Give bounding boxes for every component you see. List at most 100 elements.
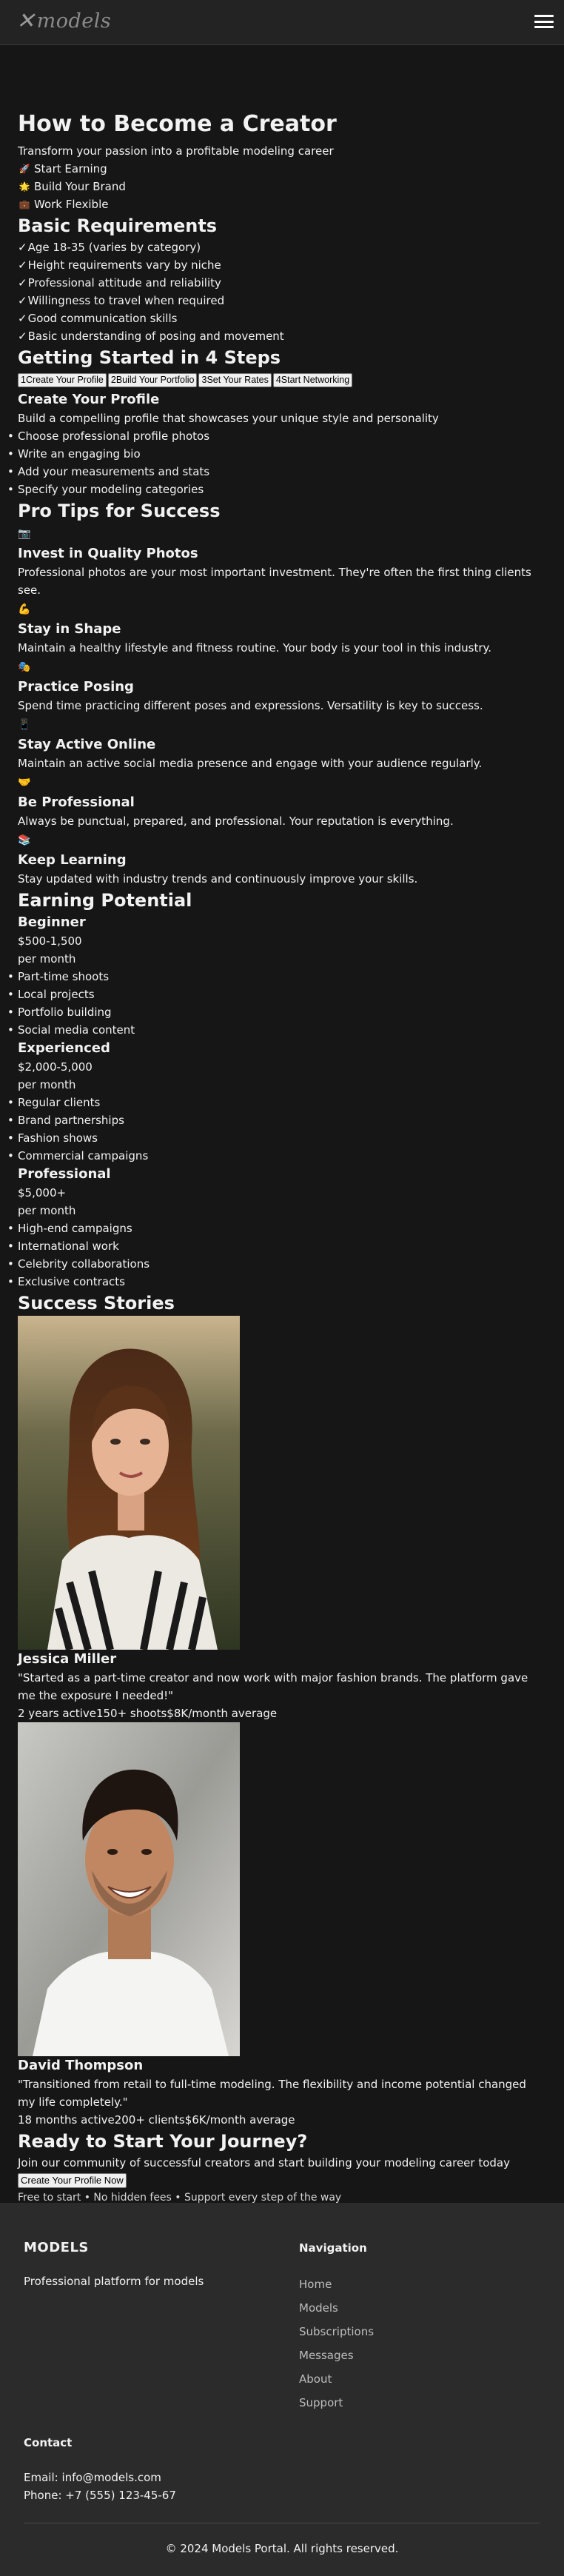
story-name: David Thompson [18,2058,144,2073]
tier-price: $5,000+ [18,1186,67,1200]
earning-tier: Beginner $500-1,500 per month Part-time … [7,913,546,1039]
menu-bar [534,15,554,17]
list-item: Commercial campaigns [7,1147,546,1165]
footer-link-home[interactable]: Home [299,2272,374,2296]
requirement-item: ✓Age 18-35 (varies by category) [18,238,546,256]
list-item: Celebrity collaborations [7,1255,546,1273]
hero-benefits: 🚀 Start Earning 🌟 Build Your Brand 💼 Wor… [18,160,546,213]
books-icon: 📚 [18,834,31,846]
menu-bar [534,20,554,23]
logo-x-mark: ✕ [16,8,36,34]
step-tab-3[interactable]: 3Set Your Rates [198,373,272,387]
story-name: Jessica Miller [18,1651,117,1667]
story-card: David Thompson "Transitioned from retail… [18,1722,546,2129]
footer-nav: Home Models Subscriptions Messages About… [299,2272,374,2415]
site-logo[interactable]: ✕ models [16,8,111,34]
check-icon: ✓ [18,241,27,254]
step-tab-2[interactable]: 2Build Your Portfolio [107,373,198,387]
main-content: How to Become a Creator Transform your p… [0,45,564,2206]
story-card: Jessica Miller "Started as a part-time c… [18,1316,546,1722]
story-stats: 2 years active150+ shoots$8K/month avera… [18,1704,546,1722]
footer-link-about[interactable]: About [299,2367,374,2391]
step-label: Set Your Rates [207,375,269,385]
muscle-icon: 💪 [18,603,31,615]
step-tab-1[interactable]: 1Create Your Profile [18,373,107,387]
tier-period: per month [18,1204,76,1217]
footer-copyright: © 2024 Models Portal. All rights reserve… [165,2542,399,2555]
check-icon: ✓ [18,294,27,307]
footer-description: Professional platform for models [24,2275,204,2288]
requirement-text: Age 18-35 (varies by category) [27,241,201,254]
tier-price: $500-1,500 [18,934,82,948]
theater-masks-icon: 🎭 [18,661,31,673]
requirement-text: Good communication skills [27,312,178,325]
earning-tier: Experienced $2,000-5,000 per month Regul… [7,1039,546,1165]
check-icon: ✓ [18,258,27,272]
story-photo-jessica [18,1316,240,1650]
tier-name: Experienced [18,1040,110,1056]
tip-title: Keep Learning [18,852,127,868]
requirement-text: Professional attitude and reliability [27,276,221,290]
step-label: Build Your Portfolio [115,375,195,385]
requirement-text: Basic understanding of posing and moveme… [27,329,284,343]
footer-link-subscriptions[interactable]: Subscriptions [299,2320,374,2344]
tip-text: Maintain a healthy lifestyle and fitness… [18,641,492,655]
tip-title: Stay Active Online [18,737,156,752]
list-item: Social media content [7,1021,546,1039]
story-stat: $8K/month average [167,1707,278,1720]
list-item: International work [7,1237,546,1255]
story-photo-david [18,1722,240,2056]
footer-link-support[interactable]: Support [299,2391,374,2415]
active-step-list: Choose professional profile photos Write… [7,427,546,498]
page-subtitle: Transform your passion into a profitable… [18,144,334,158]
step-number: 2 [110,375,116,385]
story-stat: 200+ clients [114,2113,185,2127]
step-tab-4[interactable]: 4Start Networking [272,373,353,387]
hero-item: 💼 Work Flexible [18,195,546,213]
footer-brand: MODELS [24,2240,89,2255]
earnings-heading: Earning Potential [18,890,192,911]
list-item: Specify your modeling categories [7,481,546,498]
story-stat: 150+ shoots [95,1707,167,1720]
check-icon: ✓ [18,312,27,325]
cta-heading: Ready to Start Your Journey? [18,2131,308,2152]
step-number: 4 [275,375,281,385]
list-item: High-end campaigns [7,1220,546,1237]
requirement-item: ✓Basic understanding of posing and movem… [18,327,546,345]
briefcase-icon: 💼 [19,199,30,210]
list-item: Part-time shoots [7,968,546,986]
handshake-icon: 🤝 [18,777,31,789]
create-profile-button[interactable]: Create Your Profile Now [18,2173,127,2188]
tip-text: Maintain an active social media presence… [18,757,483,770]
requirements-list: ✓Age 18-35 (varies by category) ✓Height … [18,238,546,345]
hero-item-label: Work Flexible [34,198,109,211]
stories-heading: Success Stories [18,1293,175,1314]
check-icon: ✓ [18,329,27,343]
requirement-text: Willingness to travel when required [27,294,225,307]
logo-text: models [36,10,112,33]
hero-item: 🚀 Start Earning [18,160,546,178]
tier-features: Part-time shoots Local projects Portfoli… [7,968,546,1039]
requirements-heading: Basic Requirements [18,215,218,236]
steps-heading: Getting Started in 4 Steps [18,347,281,368]
hamburger-menu-icon[interactable] [534,15,554,28]
tier-period: per month [18,1078,76,1091]
step-number: 1 [21,375,26,385]
hero-item: 🌟 Build Your Brand [18,178,546,195]
hero-item-label: Build Your Brand [34,180,126,193]
requirement-item: ✓Willingness to travel when required [18,292,546,310]
list-item: Write an engaging bio [7,445,546,463]
story-stat: $6K/month average [184,2113,295,2127]
footer-link-models[interactable]: Models [299,2296,374,2320]
star-icon: 🌟 [19,181,30,192]
list-item: Choose professional profile photos [7,427,546,445]
story-quote: "Transitioned from retail to full-time m… [18,2078,526,2109]
top-navbar: ✕ models [0,0,564,45]
cta-text: Join our community of successful creator… [18,2156,510,2169]
footer-link-messages[interactable]: Messages [299,2344,374,2367]
story-stat: 18 months active [18,2113,115,2127]
tier-name: Professional [18,1166,111,1182]
requirement-item: ✓Height requirements vary by niche [18,256,546,274]
site-footer: MODELS Professional platform for models … [0,2203,564,2576]
step-tabs: 1Create Your Profile 2Build Your Portfol… [18,373,546,387]
